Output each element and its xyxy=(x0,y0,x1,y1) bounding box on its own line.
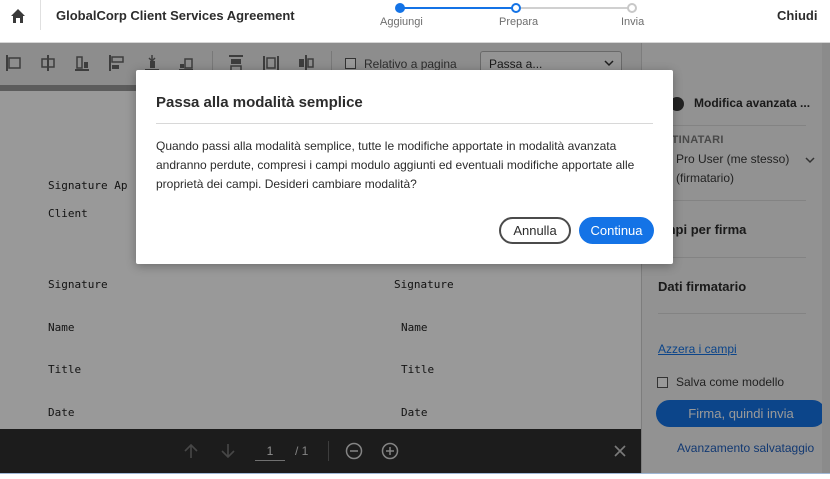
header-divider xyxy=(40,0,41,30)
top-bar: GlobalCorp Client Services Agreement Agg… xyxy=(0,0,830,43)
step-dot-invia[interactable] xyxy=(627,3,637,13)
step-dot-prepara[interactable] xyxy=(511,3,521,13)
home-icon[interactable] xyxy=(8,6,28,26)
step-label-aggiungi[interactable]: Aggiungi xyxy=(380,16,423,28)
switch-mode-dialog: Passa alla modalità semplice Quando pass… xyxy=(136,70,673,264)
dialog-title: Passa alla modalità semplice xyxy=(156,94,363,111)
close-button[interactable]: Chiudi xyxy=(777,8,817,23)
step-dot-aggiungi[interactable] xyxy=(395,3,405,13)
continue-button[interactable]: Continua xyxy=(579,217,654,244)
stepper-line-done xyxy=(400,7,515,9)
progress-stepper: Aggiungi Prepara Invia xyxy=(380,0,650,30)
step-label-invia[interactable]: Invia xyxy=(621,16,644,28)
dialog-message: Quando passi alla modalità semplice, tut… xyxy=(156,139,635,191)
cancel-button[interactable]: Annulla xyxy=(499,217,571,244)
document-title: GlobalCorp Client Services Agreement xyxy=(56,8,295,23)
dialog-divider xyxy=(156,123,653,124)
stepper-line-pending xyxy=(516,7,632,9)
window-bottom-edge xyxy=(0,473,830,479)
step-label-prepara[interactable]: Prepara xyxy=(499,16,538,28)
